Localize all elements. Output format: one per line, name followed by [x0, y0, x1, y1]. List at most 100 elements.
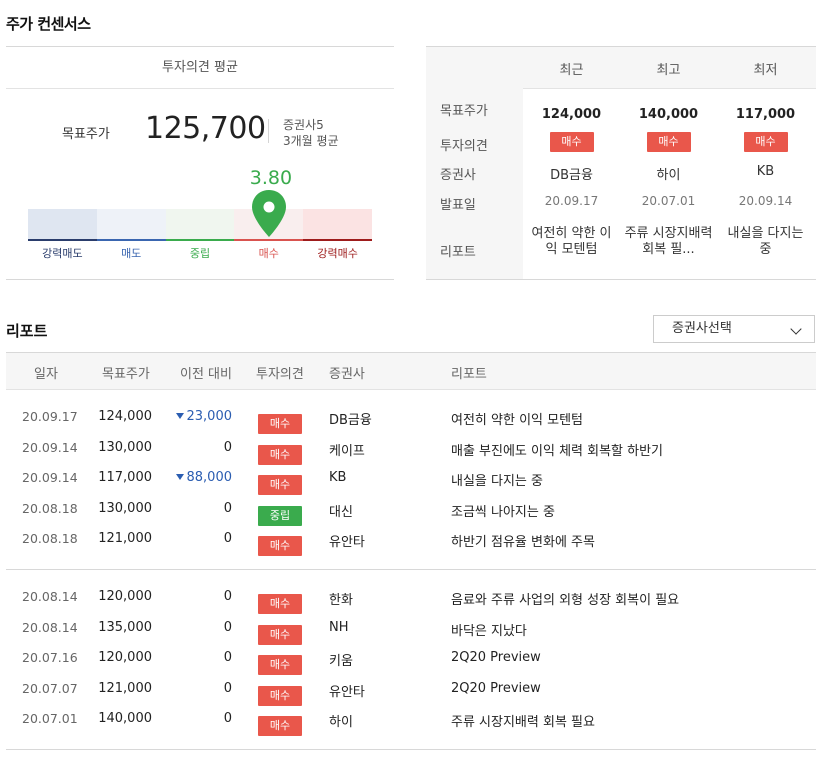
opinion-badge: 중립 [258, 506, 302, 526]
firm-select-dropdown[interactable]: 증권사선택 [653, 315, 815, 343]
row-report-link[interactable]: 조금씩 나아지는 중 [451, 501, 555, 520]
consensus-summary-panel: 투자의견 평균 목표주가 125,700 증권사5 3개월 평균 3.80 강력… [6, 46, 394, 280]
opinion-badge: 매수 [258, 716, 302, 736]
recent-high-low-table: 최근 최고 최저 목표주가 투자의견 증권사 발표일 리포트 124,000 매… [426, 46, 816, 280]
recent-report-link[interactable]: 여전히 약한 이익 모텐텀 [523, 226, 620, 258]
recent-firm: DB금융 [550, 168, 593, 183]
map-pin-icon [251, 189, 287, 243]
low-report-link[interactable]: 내실을 다지는 중 [717, 226, 814, 258]
table-row[interactable]: 20.09.14 117,000 88,000 매수 KB 내실을 다지는 중 [6, 464, 816, 495]
gauge-neutral [165, 209, 235, 241]
row-date: 20.08.14 [22, 589, 78, 604]
down-triangle-icon [175, 474, 184, 480]
row-change: 0 [223, 620, 232, 635]
row-report-link[interactable]: 바닥은 지났다 [451, 620, 527, 639]
average-period: 3개월 평균 [283, 134, 339, 148]
row-label: 증권사 [440, 168, 476, 183]
column-header-high: 최고 [656, 63, 681, 78]
row-report-link[interactable]: 내실을 다지는 중 [451, 470, 543, 489]
table-row[interactable]: 20.07.01 140,000 0 매수 하이 주류 시장지배력 회복 필요 [6, 705, 816, 736]
low-target-price: 117,000 [735, 107, 796, 122]
consensus-title: 주가 컨센서스 [6, 15, 91, 33]
table-row[interactable]: 20.07.16 120,000 0 매수 키움 2Q20 Preview [6, 644, 816, 675]
opinion-average-header: 투자의견 평균 [6, 47, 394, 89]
opinion-gauge [28, 209, 372, 241]
row-label: 리포트 [440, 245, 476, 260]
report-section-title: 리포트 [6, 322, 48, 340]
row-report-link[interactable]: 주류 시장지배력 회복 필요 [451, 711, 595, 730]
opinion-badge: 매수 [549, 132, 594, 152]
chevron-down-icon [790, 323, 802, 335]
row-firm: 한화 [329, 593, 353, 608]
row-date: 20.07.07 [22, 681, 78, 696]
opinion-badge: 매수 [258, 625, 302, 645]
row-target-price: 124,000 [98, 409, 152, 424]
header-target: 목표주가 [102, 367, 150, 382]
gauge-strong-sell [28, 209, 97, 241]
gauge-labels: 강력매도 매도 중립 매수 강력매수 [28, 245, 372, 261]
recent-target-price: 124,000 [541, 107, 602, 122]
table-row[interactable]: 20.08.18 130,000 0 중립 대신 조금씩 나아지는 중 [6, 495, 816, 526]
table-row[interactable]: 20.07.07 121,000 0 매수 유안타 2Q20 Preview [6, 675, 816, 706]
row-date: 20.08.18 [22, 501, 78, 516]
row-change: 88,000 [156, 470, 232, 485]
row-change: 0 [223, 589, 232, 604]
row-firm: 키움 [329, 654, 353, 669]
header-report: 리포트 [451, 367, 487, 382]
firms-count: 증권사5 [283, 118, 324, 132]
gauge-strong-buy [303, 209, 372, 241]
opinion-badge: 매수 [258, 536, 302, 556]
row-label: 투자의견 [440, 139, 488, 154]
table-row[interactable]: 20.08.14 135,000 0 매수 NH 바닥은 지났다 [6, 614, 816, 645]
row-report-link[interactable]: 매출 부진에도 이익 체력 회복할 하반기 [451, 440, 663, 459]
row-report-link[interactable]: 2Q20 Preview [451, 650, 541, 665]
firm-select-label: 증권사선택 [672, 321, 732, 336]
column-header-low: 최저 [753, 63, 778, 78]
opinion-badge: 매수 [258, 475, 302, 495]
row-firm: 유안타 [329, 535, 365, 550]
opinion-badge: 매수 [646, 132, 691, 152]
row-change: 0 [223, 681, 232, 696]
row-date: 20.09.17 [22, 409, 78, 424]
gauge-label: 매도 [121, 247, 142, 260]
divider [268, 119, 269, 143]
high-report-link[interactable]: 주류 시장지배력 회복 필... [620, 226, 717, 258]
high-target-price: 140,000 [638, 107, 699, 122]
opinion-badge: 매수 [258, 655, 302, 675]
row-report-link[interactable]: 하반기 점유율 변화에 주목 [451, 531, 595, 550]
row-target-price: 117,000 [98, 470, 152, 485]
high-firm: 하이 [656, 168, 681, 183]
row-report-link[interactable]: 2Q20 Preview [451, 681, 541, 696]
row-date: 20.08.18 [22, 531, 78, 546]
low-date: 20.09.14 [738, 194, 793, 208]
row-target-price: 135,000 [98, 620, 152, 635]
row-target-price: 130,000 [98, 440, 152, 455]
gauge-label: 강력매수 [317, 247, 358, 260]
table-row[interactable]: 20.08.14 120,000 0 매수 한화 음료와 주류 사업의 외형 성장 회복이… [6, 583, 816, 614]
gauge-label: 강력매도 [42, 247, 83, 260]
opinion-badge: 매수 [258, 686, 302, 706]
row-firm: DB금융 [329, 413, 372, 428]
table-row[interactable]: 20.08.18 121,000 0 매수 유안타 하반기 점유율 변화에 주목 [6, 525, 816, 556]
gauge-sell [96, 209, 166, 241]
table-row[interactable]: 20.09.14 130,000 0 매수 케이프 매출 부진에도 이익 체력 회복할 하… [6, 434, 816, 465]
opinion-badge: 매수 [258, 414, 302, 434]
target-price-value: 125,700 [145, 111, 266, 146]
header-change: 이전 대비 [180, 367, 232, 382]
low-firm: KB [756, 164, 775, 179]
row-label: 발표일 [440, 198, 476, 213]
row-firm: 하이 [329, 715, 353, 730]
row-change: 0 [223, 650, 232, 665]
row-change: 0 [223, 440, 232, 455]
row-label: 목표주가 [440, 104, 488, 119]
row-target-price: 140,000 [98, 711, 152, 726]
row-date: 20.09.14 [22, 470, 78, 485]
header-firm: 증권사 [329, 367, 365, 382]
table-row[interactable]: 20.09.17 124,000 23,000 매수 DB금융 여전히 약한 이익 모텐텀 [6, 403, 816, 434]
row-date: 20.09.14 [22, 440, 78, 455]
row-date: 20.07.16 [22, 650, 78, 665]
row-report-link[interactable]: 여전히 약한 이익 모텐텀 [451, 409, 583, 428]
table-bottom-border [6, 749, 816, 750]
column-header-recent: 최근 [559, 63, 584, 78]
row-report-link[interactable]: 음료와 주류 사업의 외형 성장 회복이 필요 [451, 589, 679, 608]
